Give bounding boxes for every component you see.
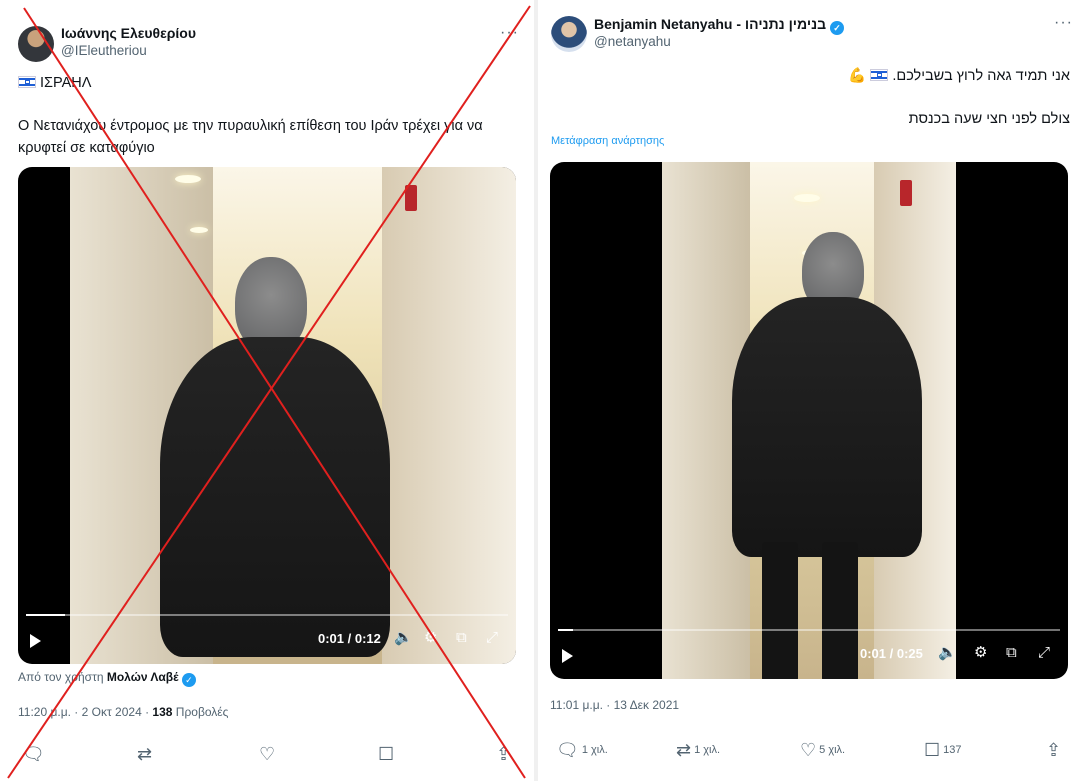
avatar[interactable]	[551, 16, 587, 52]
right-post: Benjamin Netanyahu - בנימין נתניהו ✓ @ne…	[538, 0, 1086, 781]
fullscreen-icon[interactable]: ⤢	[486, 629, 498, 647]
post-timestamp[interactable]: 11:01 μ.μ. · 13 Δεκ 2021	[550, 698, 679, 712]
video-frame	[70, 167, 516, 664]
israel-flag-icon	[870, 69, 889, 81]
source-prefix: Από τον χρήστη	[18, 670, 104, 684]
like-button[interactable]: ♡ 5 χιλ.	[800, 741, 845, 759]
like-button[interactable]: ♡	[259, 745, 278, 763]
views-label: Προβολές	[175, 705, 229, 719]
play-icon[interactable]	[30, 634, 41, 648]
bookmark-button[interactable]: ☐	[378, 745, 397, 763]
pip-icon[interactable]: ⧉	[1006, 644, 1017, 662]
views-count: 138	[152, 705, 173, 719]
reply-icon: 🗨︎	[556, 740, 579, 760]
share-icon: ⇪	[496, 744, 512, 764]
bookmark-button[interactable]: ☐ 137	[924, 741, 962, 759]
post-body: Ο Νετανιάχου έντρομος με την πυραυλική ε…	[18, 118, 483, 156]
post-line-1: אני תמיד גאה לרוץ בשבילכם. 💪	[848, 68, 1070, 84]
video-progress-bar[interactable]	[26, 614, 508, 616]
reply-button[interactable]: 🗨︎ 1 χιλ.	[556, 741, 608, 759]
volume-icon[interactable]: 🔈	[394, 629, 413, 647]
post-line-2: צולם לפני חצי שעה בכנסת	[908, 111, 1070, 127]
author-handle[interactable]: @IEleutheriou	[61, 43, 147, 58]
verified-badge-icon: ✓	[181, 673, 196, 687]
author-name[interactable]: Benjamin Netanyahu - בנימין נתניהו ✓	[594, 16, 845, 35]
left-post: Ιωάννης Ελευθερίου @IEleutheriou ··· ΙΣΡ…	[0, 0, 534, 781]
more-options-icon[interactable]: ···	[500, 24, 519, 42]
video-player[interactable]: 0:01 / 0:12 🔈 ⚙ ⧉ ⤢	[18, 167, 516, 664]
share-icon: ⇪	[1046, 740, 1062, 760]
video-player[interactable]: 0:01 / 0:25 🔈 ⚙ ⧉ ⤢	[550, 162, 1068, 679]
like-icon: ♡	[800, 740, 817, 760]
bookmark-icon: ☐	[924, 740, 941, 760]
location-tag: ΙΣΡΑΗΛ	[18, 72, 91, 94]
israel-flag-icon	[18, 76, 36, 88]
share-button[interactable]: ⇪	[496, 745, 514, 763]
repost-icon: ⇄	[676, 740, 692, 760]
settings-icon[interactable]: ⚙	[424, 629, 437, 647]
avatar[interactable]	[18, 26, 54, 62]
video-time: 0:01 / 0:12	[318, 631, 381, 646]
volume-icon[interactable]: 🔈	[938, 644, 957, 662]
author-name[interactable]: Ιωάννης Ελευθερίου	[61, 25, 196, 41]
bookmark-icon: ☐	[378, 744, 395, 764]
source-attribution: Από τον χρήστη Μολών Λαβέ ✓	[18, 670, 196, 687]
repost-icon: ⇄	[137, 744, 153, 764]
more-options-icon[interactable]: ···	[1054, 14, 1073, 32]
author-handle[interactable]: @netanyahu	[594, 34, 671, 49]
fullscreen-icon[interactable]: ⤢	[1038, 644, 1050, 662]
pip-icon[interactable]: ⧉	[456, 629, 467, 647]
post-timestamp[interactable]: 11:20 μ.μ. · 2 Οκτ 2024 ·	[18, 705, 149, 719]
flexed-arm-emoji-icon: 💪	[848, 68, 867, 84]
translate-post-link[interactable]: Μετάφραση ανάρτησης	[551, 135, 664, 147]
source-user[interactable]: Μολών Λαβέ	[107, 670, 179, 684]
video-frame	[662, 162, 956, 679]
video-controls: 0:01 / 0:12 🔈 ⚙ ⧉ ⤢	[18, 614, 516, 664]
post-meta: 11:20 μ.μ. · 2 Οκτ 2024 · 138 Προβολές	[18, 705, 228, 719]
location-tag-text: ΙΣΡΑΗΛ	[40, 75, 92, 91]
share-button[interactable]: ⇪	[1046, 741, 1064, 759]
verified-badge-icon: ✓	[830, 21, 845, 35]
repost-button[interactable]: ⇄	[137, 745, 155, 763]
video-time: 0:01 / 0:25	[860, 646, 923, 661]
video-progress-bar[interactable]	[558, 629, 1060, 631]
play-icon[interactable]	[562, 649, 573, 663]
settings-icon[interactable]: ⚙	[974, 644, 987, 662]
video-controls: 0:01 / 0:25 🔈 ⚙ ⧉ ⤢	[550, 629, 1068, 679]
reply-icon: 🗨︎	[22, 744, 45, 764]
reply-button[interactable]: 🗨︎	[22, 745, 48, 763]
repost-button[interactable]: ⇄ 1 χιλ.	[676, 741, 720, 759]
like-icon: ♡	[259, 744, 276, 764]
